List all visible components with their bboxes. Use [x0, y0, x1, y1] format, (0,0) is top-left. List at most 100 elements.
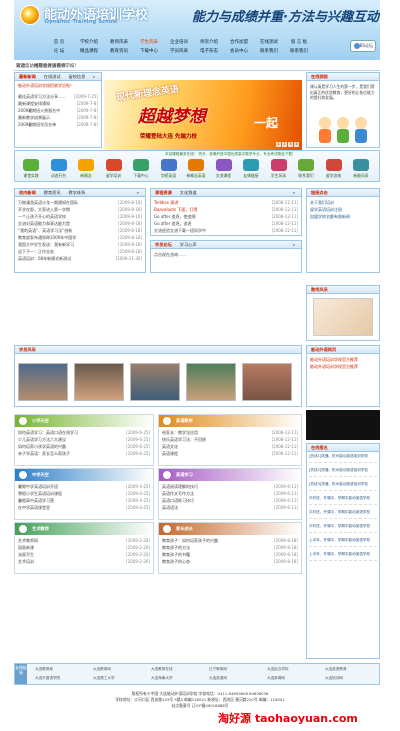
list-item[interactable]: 2009暑期班学员名单 [2009-7-8] [18, 121, 98, 128]
list-item[interactable]: Go after 追逐，追逐 [2008-12-11] [154, 220, 298, 227]
list-item[interactable]: 如何培养小孩学英语的兴趣 [2009-6-25] [18, 443, 150, 450]
list-item-title[interactable]: 教育部发布通知称2009年中国学 [18, 234, 76, 241]
list-item[interactable]: Teddies 演讲 [2008-12-11] [154, 199, 298, 206]
student-photo-4[interactable] [186, 363, 236, 401]
more-link[interactable]: » [292, 190, 295, 195]
list-item-title[interactable]: 艺术教师网 [18, 537, 38, 544]
ad-item[interactable]: 上半年，开课中，学期中能动英语学校 [309, 552, 377, 561]
list-item-title[interactable]: 一个让孩子开心的英语学校 [18, 213, 66, 220]
list-item-title[interactable]: Baavaloots 下面，打得 [154, 206, 197, 213]
quick-link-8[interactable]: 交流课程 [214, 159, 234, 179]
friend-link[interactable]: 大连新闻网 [267, 676, 285, 681]
link-item-text[interactable]: 能动外语培训学校官方推荐 [310, 363, 358, 370]
nav-item[interactable]: 合作加盟 [224, 38, 254, 47]
list-item-title[interactable]: 英语阅读理解的技巧 [162, 483, 198, 490]
link-item-text[interactable]: 留学英语培训注册 [310, 206, 342, 213]
list-item-title[interactable]: 最新教学成果展示 [18, 114, 50, 121]
friend-link[interactable]: 大连教育在线 [151, 667, 173, 672]
friend-link[interactable]: 大连外国语学院 [35, 676, 60, 681]
panel-tab[interactable]: 最新新闻 [19, 74, 36, 80]
list-item[interactable]: Go after 追逐，使追随 [2008-12-11] [154, 213, 298, 220]
student-photo-2[interactable] [74, 363, 124, 401]
quick-link-11[interactable]: 联系我们 [296, 159, 316, 179]
list-item[interactable]: 最佳英语学习方法分享…… [2009-7-25] [18, 93, 98, 100]
promo-banner[interactable]: 现代新理念英语 超越梦想 一起 荣耀登陆大连 先端力校 1234 [104, 80, 302, 150]
link-item[interactable]: 加盟学校名额有限新闻 [310, 213, 376, 220]
list-item-title[interactable]: 最新课程安排通知 [18, 100, 50, 107]
list-item-title[interactable]: 英语课程 [162, 450, 178, 457]
student-photo-1[interactable] [18, 363, 68, 401]
ad-item[interactable]: [热线2]拨通，杭州能动英语培训学校 [309, 468, 377, 477]
subject-header[interactable]: 艺术教师 [15, 523, 153, 535]
list-item[interactable]: 寒假小学生英语培训课程 [2009-4-25] [18, 490, 150, 497]
nav-item[interactable]: 精品课程 [74, 47, 104, 56]
nav-item[interactable]: 联系我们 [254, 47, 284, 56]
nav-item[interactable]: 联系我们 [284, 47, 314, 56]
panel-tab[interactable]: 教育资讯 [44, 190, 61, 196]
list-item[interactable]: 如何英语学习：英语口语在线学习 [2009-6-25] [18, 429, 150, 436]
list-item-title[interactable]: 2009暑期班火热报名中 [18, 107, 60, 114]
list-item-title[interactable]: 亲子学英语：家长怎么帮孩子 [18, 450, 70, 457]
friend-link[interactable]: 大连民办学校 [267, 667, 289, 672]
panel-tab[interactable]: 学员论坛 [155, 242, 172, 248]
nav-item[interactable]: 师资介绍 [194, 38, 224, 47]
forum-text[interactable]: 点击现在咨询…… [151, 249, 301, 261]
list-item[interactable]: 开学在即，大家进入第一学期 [2009-8-18] [18, 206, 142, 213]
quick-link-10[interactable]: 学生风采 [269, 159, 289, 179]
list-item-title[interactable]: 少儿英语学习方法六大建议 [18, 436, 66, 443]
nav-item[interactable]: 下载中心 [134, 47, 164, 56]
list-item-title[interactable]: 油画写生 [18, 551, 34, 558]
list-item[interactable]: 暑假高中英语学习营 [2009-4-25] [18, 497, 150, 504]
link-item-text[interactable]: 能动外语培训学校官方推荐 [310, 356, 358, 363]
subject-header[interactable]: 英语学习 [159, 469, 301, 481]
banner-page-dot[interactable]: 4 [294, 142, 299, 147]
list-item-title[interactable]: 交流经验交流下载一班同学中 [154, 227, 206, 234]
list-item[interactable]: 暑期中学英语培训开班 [2009-4-25] [18, 483, 150, 490]
nav-item[interactable]: 学员风采 [164, 47, 194, 56]
nav-item[interactable]: 电子杂志 [194, 47, 224, 56]
link-item[interactable]: 留学英语培训注册 [310, 206, 376, 213]
nav-item[interactable]: 学校介绍 [74, 38, 104, 47]
friend-link[interactable]: 大连培训网 [325, 676, 343, 681]
quick-link-12[interactable]: 留学咨询 [324, 159, 344, 179]
panel-tab[interactable]: 文化频道 [180, 190, 197, 196]
panel-tab[interactable]: 在线测试 [44, 74, 61, 80]
list-item-title[interactable]: 教育孩子的书籍 [162, 551, 190, 558]
marquee-text[interactable]: 本站课程最多在线！ 同步，准确开放中国优秀高中数学专业，专业考试精品下载！ [165, 152, 296, 157]
quick-link-6[interactable]: 剑桥英语 [159, 159, 179, 179]
friend-link[interactable]: 大连教育网 [93, 667, 111, 672]
list-item-title[interactable]: 英语文化 [162, 443, 178, 450]
list-item[interactable]: “我的英语”、英语学习法“创新 [2009-8-18] [18, 227, 142, 234]
friend-link[interactable]: 大连英语教育 [325, 667, 347, 672]
list-item[interactable]: 教育部发布通知称2009年中国学 [2009-8-18] [18, 234, 142, 241]
link-item[interactable]: 能动外语培训学校官方推荐 [310, 363, 376, 370]
list-item[interactable]: 英语文化 [2008-12-11] [162, 443, 298, 450]
friend-link[interactable]: 大连教育局 [35, 667, 53, 672]
subject-header[interactable]: 中学天空 [15, 469, 153, 481]
friend-link[interactable]: 辽宁教育网 [209, 667, 227, 672]
list-item[interactable]: 2009暑期班火热报名中 [2009-7-8] [18, 107, 98, 114]
list-item-title[interactable]: 快乐英语学习法：不回馈 [162, 436, 206, 443]
panel-tab[interactable]: 学习心声 [180, 242, 197, 248]
list-item-title[interactable]: Teddies 演讲 [154, 199, 178, 206]
nav-item[interactable]: 会员中心 [224, 47, 254, 56]
ad-item[interactable]: 平时班，开课中，学期中能动英语学校 [309, 524, 377, 533]
list-item-title[interactable]: 英语培训：08年新模式新测试 [18, 255, 71, 262]
list-item[interactable]: 国画新课 [2009-2-20] [18, 544, 150, 551]
list-item-title[interactable]: 英语语法 [162, 504, 178, 511]
list-item[interactable]: 少儿英语学习方法六大建议 [2009-6-25] [18, 436, 150, 443]
ad-item[interactable]: [热线1]拨通，杭州能动英语培训学校 [309, 454, 377, 463]
list-item[interactable]: 艺术教师网 [2009-2-28] [18, 537, 150, 544]
link-item[interactable]: 关于我们培训 [310, 199, 376, 206]
list-item[interactable]: 最新教学成果展示 [2009-7-8] [18, 114, 98, 121]
list-item[interactable]: 万物漫游英语沙龙一期通知在国际 [2009-8-18] [18, 199, 142, 206]
list-item[interactable]: 英语阅读理解的技巧 [2009-6-11] [162, 483, 298, 490]
list-item[interactable]: 英语作文写作方法 [2009-6-11] [162, 490, 298, 497]
list-item-title[interactable]: 寒假小学生英语培训课程 [18, 490, 62, 497]
list-item[interactable]: 这下子一：正作业务 [2009-8-18] [18, 248, 142, 255]
list-item[interactable]: 英语口语练习技巧 [2009-6-11] [162, 497, 298, 504]
list-item[interactable]: 教育孩子的心态 [2009-8-18] [162, 558, 298, 565]
list-item-title[interactable]: 艺术培训 [18, 558, 34, 565]
list-item[interactable]: 油画写生 [2009-2-20] [18, 551, 150, 558]
list-item[interactable]: 英语课程 [2008-12-11] [162, 450, 298, 457]
